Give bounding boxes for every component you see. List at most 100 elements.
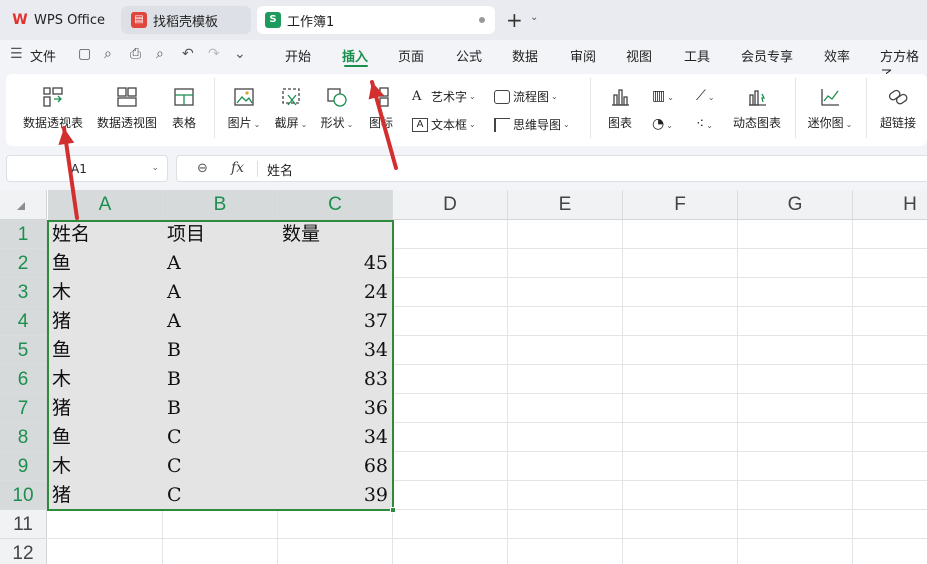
cell-a10[interactable]: 猪 [48,481,163,510]
cell-b11[interactable] [163,510,278,539]
cell-c2[interactable]: 45 [278,249,393,278]
cell-a4[interactable]: 猪 [48,307,163,336]
pivot-table-button[interactable]: 数据透视表 [20,86,86,131]
cell-b8[interactable]: C [163,423,278,452]
cell-d5[interactable] [393,336,508,365]
print-icon[interactable]: ⎙ [130,46,141,62]
cell-e11[interactable] [508,510,623,539]
chevron-down-icon[interactable]: ⌄ [530,12,538,23]
shape-button[interactable]: 形状 ⌄ [316,86,358,131]
cell-a2[interactable]: 鱼 [48,249,163,278]
cell-a1[interactable]: 姓名 [48,220,163,249]
mind-map-button[interactable]: 思维导图 ⌄ [494,116,570,133]
cell-h3[interactable] [853,278,927,307]
cell-e9[interactable] [508,452,623,481]
cell-g1[interactable] [738,220,853,249]
pivot-chart-button[interactable]: 数据透视图 [94,86,160,131]
row-header-11[interactable]: 11 [0,510,47,539]
cell-d1[interactable] [393,220,508,249]
hyperlink-button[interactable]: 超链接 [876,86,920,131]
hamburger-icon[interactable]: ☰ [10,46,23,62]
cell-a9[interactable]: 木 [48,452,163,481]
cell-c12[interactable] [278,539,393,564]
menu-start[interactable]: 开始 [285,46,311,65]
cell-b3[interactable]: A [163,278,278,307]
cell-e3[interactable] [508,278,623,307]
cell-g10[interactable] [738,481,853,510]
picture-button[interactable]: 图片 ⌄ [224,86,264,131]
menu-member[interactable]: 会员专享 [741,46,793,65]
cell-g12[interactable] [738,539,853,564]
search-icon[interactable]: ⌕ [104,46,112,62]
save-icon[interactable]: ▢ [78,46,91,62]
cell-h10[interactable] [853,481,927,510]
cell-b12[interactable] [163,539,278,564]
cell-f9[interactable] [623,452,738,481]
menu-data[interactable]: 数据 [512,46,538,65]
menu-tools[interactable]: 工具 [684,46,710,65]
cell-c6[interactable]: 83 [278,365,393,394]
icon-button[interactable]: 图标 [366,86,396,131]
cell-g6[interactable] [738,365,853,394]
cell-c8[interactable]: 34 [278,423,393,452]
row-header-12[interactable]: 12 [0,539,47,564]
name-box[interactable]: A1 ⌄ [6,155,168,182]
row-header-2[interactable]: 2 [0,249,47,278]
cell-f4[interactable] [623,307,738,336]
sparkline-button[interactable]: 迷你图 ⌄ [804,86,856,131]
cell-h1[interactable] [853,220,927,249]
cell-a3[interactable]: 木 [48,278,163,307]
flowchart-button[interactable]: 流程图 ⌄ [494,88,558,105]
pie-chart-icon[interactable]: ◔ ⌄ [652,116,673,132]
cell-e2[interactable] [508,249,623,278]
row-header-4[interactable]: 4 [0,307,47,336]
print-preview-icon[interactable]: ⌕ [156,46,164,62]
cell-g3[interactable] [738,278,853,307]
cell-e7[interactable] [508,394,623,423]
cell-a5[interactable]: 鱼 [48,336,163,365]
cell-c3[interactable]: 24 [278,278,393,307]
tab-wps-office[interactable]: W WPS Office [6,6,114,34]
cell-g9[interactable] [738,452,853,481]
new-tab-button[interactable]: + [506,8,523,32]
cell-a11[interactable] [48,510,163,539]
select-all-corner[interactable] [0,190,47,220]
row-header-6[interactable]: 6 [0,365,47,394]
zoom-icon[interactable]: ⊖ [197,161,208,176]
cell-f3[interactable] [623,278,738,307]
menu-view[interactable]: 视图 [626,46,652,65]
cell-f11[interactable] [623,510,738,539]
column-header-b[interactable]: B [163,190,278,220]
cell-a6[interactable]: 木 [48,365,163,394]
column-header-f[interactable]: F [623,190,738,220]
cell-h5[interactable] [853,336,927,365]
cell-c5[interactable]: 34 [278,336,393,365]
row-header-8[interactable]: 8 [0,423,47,452]
cell-d7[interactable] [393,394,508,423]
cell-e8[interactable] [508,423,623,452]
cell-b2[interactable]: A [163,249,278,278]
chart-button[interactable]: 图表 [600,86,640,131]
menu-file[interactable]: 文件 [30,46,56,65]
cell-c7[interactable]: 36 [278,394,393,423]
cell-e4[interactable] [508,307,623,336]
column-header-d[interactable]: D [393,190,508,220]
cell-h8[interactable] [853,423,927,452]
cell-c9[interactable]: 68 [278,452,393,481]
row-header-1[interactable]: 1 [0,220,47,249]
cell-d11[interactable] [393,510,508,539]
chevron-down-icon[interactable]: ⌄ [234,46,246,62]
cell-d3[interactable] [393,278,508,307]
cell-g4[interactable] [738,307,853,336]
cell-d4[interactable] [393,307,508,336]
cell-c1[interactable]: 数量 [278,220,393,249]
formula-bar[interactable]: ⊖ fx 姓名 [176,155,927,182]
cell-e6[interactable] [508,365,623,394]
row-header-7[interactable]: 7 [0,394,47,423]
cell-h2[interactable] [853,249,927,278]
cell-e5[interactable] [508,336,623,365]
menu-review[interactable]: 审阅 [570,46,596,65]
tab-workbook[interactable]: S 工作簿1 [257,6,495,34]
cell-g2[interactable] [738,249,853,278]
cell-e12[interactable] [508,539,623,564]
